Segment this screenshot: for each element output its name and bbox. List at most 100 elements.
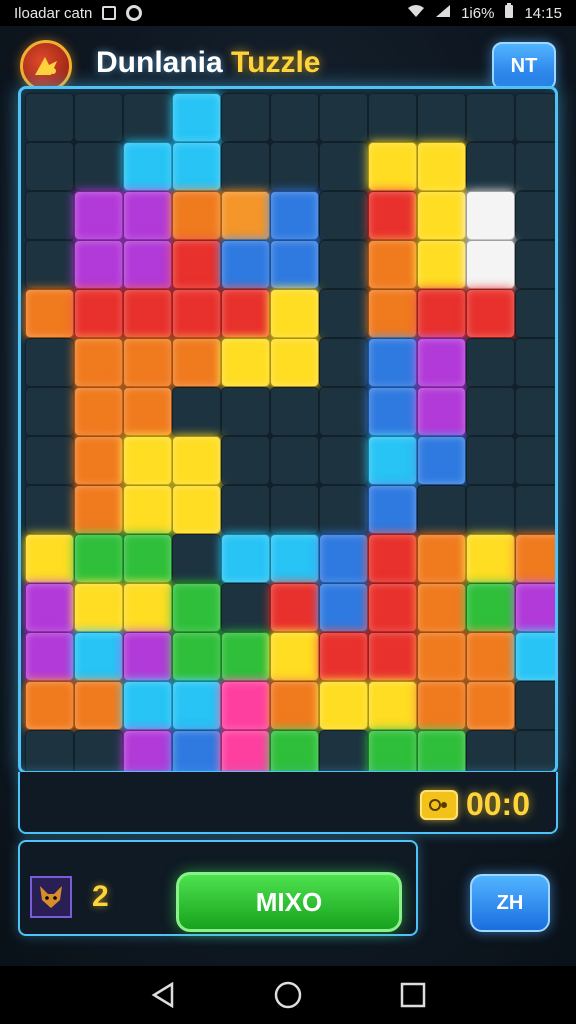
empty-slot[interactable] xyxy=(221,436,270,485)
puzzle-piece[interactable] xyxy=(466,632,515,681)
empty-slot[interactable] xyxy=(319,730,368,771)
puzzle-piece[interactable] xyxy=(221,534,270,583)
empty-slot[interactable] xyxy=(515,681,555,730)
empty-slot[interactable] xyxy=(515,289,555,338)
puzzle-piece[interactable] xyxy=(221,289,270,338)
recents-icon[interactable] xyxy=(397,979,429,1011)
empty-slot[interactable] xyxy=(172,387,221,436)
empty-slot[interactable] xyxy=(515,436,555,485)
empty-slot[interactable] xyxy=(319,142,368,191)
puzzle-piece[interactable] xyxy=(74,240,123,289)
puzzle-piece[interactable] xyxy=(319,583,368,632)
puzzle-piece[interactable] xyxy=(515,632,555,681)
empty-slot[interactable] xyxy=(466,730,515,771)
puzzle-piece[interactable] xyxy=(172,191,221,240)
empty-slot[interactable] xyxy=(319,338,368,387)
puzzle-piece[interactable] xyxy=(319,681,368,730)
puzzle-board[interactable] xyxy=(18,86,558,774)
puzzle-piece[interactable] xyxy=(25,534,74,583)
empty-slot[interactable] xyxy=(25,436,74,485)
puzzle-piece[interactable] xyxy=(466,289,515,338)
puzzle-piece[interactable] xyxy=(368,632,417,681)
empty-slot[interactable] xyxy=(515,338,555,387)
empty-slot[interactable] xyxy=(221,93,270,142)
puzzle-piece[interactable] xyxy=(368,730,417,771)
puzzle-piece[interactable] xyxy=(74,485,123,534)
puzzle-piece[interactable] xyxy=(172,632,221,681)
puzzle-piece[interactable] xyxy=(172,485,221,534)
empty-slot[interactable] xyxy=(466,436,515,485)
puzzle-piece[interactable] xyxy=(515,583,555,632)
empty-slot[interactable] xyxy=(270,485,319,534)
puzzle-piece[interactable] xyxy=(74,681,123,730)
puzzle-piece[interactable] xyxy=(270,681,319,730)
empty-slot[interactable] xyxy=(25,485,74,534)
puzzle-piece[interactable] xyxy=(172,730,221,771)
empty-slot[interactable] xyxy=(466,387,515,436)
puzzle-piece[interactable] xyxy=(270,289,319,338)
puzzle-piece[interactable] xyxy=(466,191,515,240)
puzzle-piece[interactable] xyxy=(466,681,515,730)
puzzle-piece[interactable] xyxy=(417,191,466,240)
empty-slot[interactable] xyxy=(466,142,515,191)
puzzle-piece[interactable] xyxy=(172,338,221,387)
puzzle-piece[interactable] xyxy=(368,142,417,191)
puzzle-piece[interactable] xyxy=(417,436,466,485)
puzzle-piece[interactable] xyxy=(319,632,368,681)
empty-slot[interactable] xyxy=(515,485,555,534)
puzzle-piece[interactable] xyxy=(270,730,319,771)
puzzle-piece[interactable] xyxy=(172,436,221,485)
puzzle-piece[interactable] xyxy=(25,583,74,632)
puzzle-piece[interactable] xyxy=(74,534,123,583)
puzzle-piece[interactable] xyxy=(417,338,466,387)
puzzle-piece[interactable] xyxy=(123,583,172,632)
puzzle-piece[interactable] xyxy=(123,730,172,771)
empty-slot[interactable] xyxy=(270,436,319,485)
empty-slot[interactable] xyxy=(417,485,466,534)
empty-slot[interactable] xyxy=(319,289,368,338)
empty-slot[interactable] xyxy=(123,93,172,142)
puzzle-piece[interactable] xyxy=(172,289,221,338)
empty-slot[interactable] xyxy=(221,583,270,632)
puzzle-piece[interactable] xyxy=(368,289,417,338)
empty-slot[interactable] xyxy=(172,534,221,583)
puzzle-piece[interactable] xyxy=(417,583,466,632)
empty-slot[interactable] xyxy=(515,142,555,191)
puzzle-piece[interactable] xyxy=(123,681,172,730)
empty-slot[interactable] xyxy=(466,93,515,142)
puzzle-piece[interactable] xyxy=(123,142,172,191)
empty-slot[interactable] xyxy=(25,387,74,436)
puzzle-piece[interactable] xyxy=(74,632,123,681)
puzzle-piece[interactable] xyxy=(172,681,221,730)
empty-slot[interactable] xyxy=(319,436,368,485)
empty-slot[interactable] xyxy=(25,730,74,771)
puzzle-piece[interactable] xyxy=(123,436,172,485)
empty-slot[interactable] xyxy=(270,387,319,436)
empty-slot[interactable] xyxy=(515,387,555,436)
puzzle-piece[interactable] xyxy=(466,534,515,583)
puzzle-piece[interactable] xyxy=(172,93,221,142)
mix-button[interactable]: MIXO xyxy=(176,872,402,932)
empty-slot[interactable] xyxy=(515,240,555,289)
puzzle-piece[interactable] xyxy=(123,387,172,436)
empty-slot[interactable] xyxy=(270,142,319,191)
empty-slot[interactable] xyxy=(25,338,74,387)
empty-slot[interactable] xyxy=(319,387,368,436)
puzzle-piece[interactable] xyxy=(221,240,270,289)
puzzle-piece[interactable] xyxy=(123,632,172,681)
puzzle-piece[interactable] xyxy=(417,681,466,730)
side-action-button[interactable]: ZH xyxy=(470,874,550,932)
puzzle-piece[interactable] xyxy=(123,191,172,240)
puzzle-piece[interactable] xyxy=(417,632,466,681)
puzzle-piece[interactable] xyxy=(74,289,123,338)
puzzle-piece[interactable] xyxy=(221,730,270,771)
puzzle-piece[interactable] xyxy=(74,436,123,485)
empty-slot[interactable] xyxy=(74,142,123,191)
app-logo-icon[interactable] xyxy=(20,40,72,92)
puzzle-piece[interactable] xyxy=(221,191,270,240)
puzzle-piece[interactable] xyxy=(25,681,74,730)
puzzle-piece[interactable] xyxy=(417,240,466,289)
menu-button[interactable]: NT xyxy=(492,42,556,90)
puzzle-piece[interactable] xyxy=(172,142,221,191)
empty-slot[interactable] xyxy=(417,93,466,142)
